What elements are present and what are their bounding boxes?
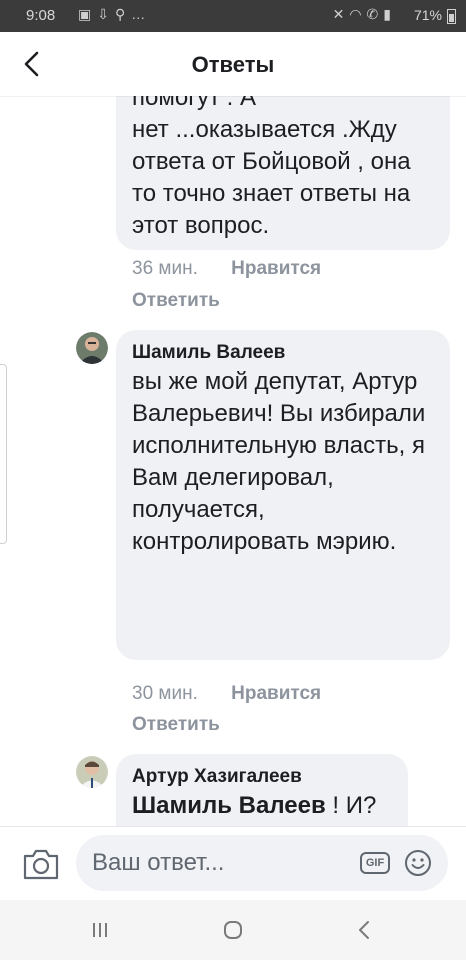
avatar-icon: [76, 332, 108, 364]
avatar-icon: [76, 756, 108, 788]
download-icon: ⇩: [97, 6, 115, 22]
mention-link[interactable]: Шамиль Валеев: [132, 792, 326, 819]
replies-header: Ответы: [0, 32, 466, 96]
person-add-icon: ⚲: [114, 6, 132, 22]
status-time: 9:08: [26, 7, 56, 24]
back-nav-icon: [359, 921, 369, 939]
edge-panel-handle[interactable]: [0, 364, 7, 544]
gif-icon[interactable]: GIF: [360, 852, 390, 874]
camera-icon: [23, 849, 59, 880]
recent-apps-button[interactable]: [80, 916, 120, 944]
comment-bubble[interactable]: помогут . А нет ...оказывается .Жду отве…: [116, 96, 450, 250]
comment-time: 30 мин.: [132, 683, 198, 704]
signal-icon: ▮: [383, 6, 396, 22]
mute-icon: ✕: [332, 6, 350, 22]
wifi-icon: ◠: [349, 6, 367, 22]
status-bar: 9:08 ▣⇩⚲… ✕◠✆▮ 71%: [0, 0, 466, 32]
emoji-icon[interactable]: [404, 849, 432, 877]
like-button[interactable]: Нравится: [231, 258, 321, 279]
reply-composer: Ваш ответ... GIF: [0, 826, 466, 901]
home-button[interactable]: [213, 916, 253, 944]
reply-placeholder: Ваш ответ...: [92, 849, 225, 876]
page-title: Ответы: [191, 52, 275, 77]
reply-input[interactable]: Ваш ответ... GIF: [76, 835, 448, 891]
comment-text: вы же мой депутат, Артур Валерьевич! Вы …: [132, 368, 426, 555]
reply-button[interactable]: Ответить: [132, 714, 220, 736]
comment-author[interactable]: Шамиль Валеев: [132, 342, 434, 364]
avatar[interactable]: [76, 332, 108, 364]
comment-bubble[interactable]: Артур Хазигалеев Шамиль Валеев ! И?: [116, 754, 408, 826]
system-icons: ✕◠✆▮: [333, 6, 396, 23]
comment-bubble[interactable]: Шамиль Валеев вы же мой депутат, Артур В…: [116, 330, 450, 660]
more-dots-icon: …: [131, 6, 152, 22]
comment-text-partial: помогут . А: [132, 96, 256, 111]
camera-button[interactable]: [22, 847, 60, 881]
notification-icons: ▣⇩⚲…: [78, 6, 151, 23]
gallery-icon: ▣: [78, 6, 98, 22]
home-icon: [224, 921, 242, 939]
battery-percent: 71%: [413, 7, 442, 23]
like-button[interactable]: Нравится: [231, 683, 321, 704]
battery-icon: [447, 9, 456, 24]
reply-button[interactable]: Ответить: [132, 290, 220, 312]
call-icon: ✆: [366, 6, 384, 22]
comment-meta: 30 мин. Нравится: [132, 683, 321, 705]
comment-text-rest: ! И?: [325, 792, 377, 819]
comment-author[interactable]: Артур Хазигалеев: [132, 766, 392, 788]
comment-text: Шамиль Валеев ! И?: [132, 790, 392, 822]
comment-text: нет ...оказывается .Жду ответа от Бойцов…: [132, 116, 411, 239]
avatar[interactable]: [76, 756, 108, 788]
replies-list[interactable]: помогут . А нет ...оказывается .Жду отве…: [0, 96, 466, 826]
system-nav-bar: [0, 900, 466, 960]
back-nav-button[interactable]: [344, 916, 384, 944]
recent-apps-icon: [93, 923, 107, 937]
comment-time: 36 мин.: [132, 258, 198, 279]
comment-meta: 36 мин. Нравится: [132, 258, 321, 280]
